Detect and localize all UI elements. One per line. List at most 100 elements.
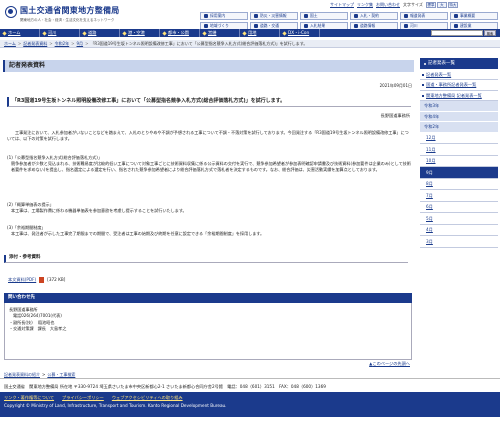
breadcrumb-link[interactable]: 9月	[77, 41, 84, 46]
sitemap-link[interactable]: サイトマップ	[330, 2, 354, 7]
nav-label: 河川	[48, 30, 57, 36]
sidebar-link[interactable]: 関東地方整備局 記者発表一覧	[420, 91, 498, 102]
nav-item-land[interactable]: 用地	[240, 29, 280, 37]
attachment-item: 本文資料(PDF) [372 KB]	[4, 277, 408, 283]
category-label: 防災・災害情報	[260, 12, 287, 18]
sidebar-month[interactable]: 4月	[420, 225, 498, 237]
nav-label: 営繕	[208, 30, 217, 36]
breadcrumb-link[interactable]: ホーム	[4, 41, 16, 46]
attachment-pdf-link[interactable]: 本文資料(PDF)	[8, 277, 36, 283]
sidebar-month[interactable]: 11月	[420, 144, 498, 156]
mlit-logo[interactable]	[5, 6, 17, 18]
nav-item-river[interactable]: 河川	[40, 29, 80, 37]
nav-item-home[interactable]: ホーム	[0, 29, 40, 37]
category-icon	[304, 24, 308, 28]
breadcrumb-link[interactable]: 令和2年	[55, 41, 70, 46]
sidebar-year-current[interactable]: 令和2年	[420, 122, 498, 133]
contact-line: ・交通対策課 課長 大島孝之	[9, 326, 67, 332]
footer-breadcrumb-link[interactable]: 記者発表資料の紹介	[4, 372, 40, 377]
sidebar-month[interactable]: 10月	[420, 156, 498, 168]
category-icon	[404, 24, 408, 28]
nav-label: 道路	[88, 30, 97, 36]
category-icon	[204, 24, 208, 28]
font-size-buttons: 標準 大 特大	[425, 2, 458, 8]
category-icon	[354, 24, 358, 28]
page-title: 記者発表資料	[3, 60, 414, 72]
nav-label: ホーム	[8, 30, 21, 36]
sidebar-month[interactable]: 8月	[420, 179, 498, 191]
category-buttons: 採用案内 防災・災害情報 国土 入札・契約 報道発表 事業概要 地域づくり 道路…	[200, 12, 498, 30]
category-icon	[354, 14, 358, 18]
nav-item-dx[interactable]: DX・i-Con	[280, 29, 320, 37]
category-button[interactable]: 採用案内	[200, 12, 248, 20]
breadcrumb-current: 「R3国道19号生坂トンネル照明設備改修工事」において「公募型指名競争入札方式(…	[90, 40, 308, 46]
contact-link[interactable]: お問い合わせ	[376, 2, 400, 7]
breadcrumb-link[interactable]: 記者発表資料	[23, 41, 47, 46]
contact-heading: 問い合わせ先	[4, 293, 412, 303]
copyright-text: Copyright © Ministry of Land, Infrastruc…	[4, 403, 227, 409]
sidebar-month[interactable]: 7月	[420, 190, 498, 202]
category-icon	[254, 24, 258, 28]
nav-item-city[interactable]: 都市・公園	[160, 29, 200, 37]
sidebar-link[interactable]: 国道・事務所記者発表一覧	[420, 80, 498, 91]
category-button[interactable]: 入札・契約	[350, 12, 398, 20]
sidebar-year[interactable]: 令和3年	[420, 101, 498, 112]
sidebar-month[interactable]: 5月	[420, 213, 498, 225]
section-body: 本工事は、発注者が示した工事完了期限までの期間で、受注者は工事の始期及び終期を任…	[11, 231, 265, 237]
category-icon	[254, 14, 258, 18]
breadcrumb-separator: >	[42, 371, 46, 377]
sidebar-month[interactable]: 6月	[420, 202, 498, 214]
category-icon	[454, 14, 458, 18]
nav-bullet-icon	[202, 30, 207, 36]
category-button[interactable]: 報道発表	[400, 12, 448, 20]
nav-item-building[interactable]: 営繕	[200, 29, 240, 37]
footer-link-privacy[interactable]: プライバシーポリシー	[62, 395, 104, 400]
category-label: 入札結果	[310, 22, 326, 28]
category-button[interactable]: 事業概要	[450, 12, 498, 20]
sidebar-month[interactable]: 3月	[420, 236, 498, 248]
category-label: 国土	[310, 12, 318, 18]
nav-item-port[interactable]: 港・空港	[120, 29, 160, 37]
site-search: 検索	[431, 30, 496, 36]
nav-bullet-icon	[2, 30, 7, 36]
search-button[interactable]: 検索	[484, 30, 496, 36]
page-top-link[interactable]: ▲このページの先頭へ	[369, 361, 410, 366]
font-size-normal-button[interactable]: 標準	[425, 2, 436, 8]
intro-paragraph: 工事発注において、入札参加者がいないことなどを踏まえて、入札のとりやめや不調が予…	[7, 130, 409, 142]
footer-bar: リンク・著作権等について プライバシーポリシー ウェブアクセシビリティへの取り組…	[0, 392, 500, 417]
nav-label: DX・i-Con	[288, 30, 310, 36]
breadcrumb-separator: >	[49, 40, 53, 46]
sidebar-month-active[interactable]: 9月	[420, 167, 498, 179]
pdf-icon	[39, 277, 45, 283]
category-icon	[404, 14, 408, 18]
footer-link-accessibility[interactable]: ウェブアクセシビリティへの取り組み	[112, 395, 183, 400]
nav-bullet-icon	[242, 30, 247, 36]
category-label: 事業概要	[460, 12, 476, 18]
section-2: (2)「概算単価表の提示」 本工事は、工場製作費に係わる機器単価表を参加意欲を考…	[7, 202, 411, 214]
attachments-heading: 添付・参考資料	[4, 255, 408, 263]
breadcrumb: ホーム > 記者発表資料 > 令和2年 > 9月 > 「R3国道19号生坂トンネル照明設…	[0, 40, 500, 48]
category-label: 建設業	[460, 22, 472, 28]
category-button[interactable]: 防災・災害情報	[250, 12, 298, 20]
category-label: 採用案内	[210, 12, 226, 18]
footer-breadcrumb-link[interactable]: 公募・工事検索	[47, 372, 75, 377]
links-link[interactable]: リンク集	[357, 2, 373, 7]
font-size-xlarge-button[interactable]: 特大	[447, 2, 458, 8]
font-size-large-button[interactable]: 大	[436, 2, 447, 8]
breadcrumb-separator: >	[71, 40, 75, 46]
nav-item-road[interactable]: 道路	[80, 29, 120, 37]
sidebar-link[interactable]: 記者発表一覧	[420, 70, 498, 81]
footer-link-copyright[interactable]: リンク・著作権等について	[4, 395, 54, 400]
site-title[interactable]: 国土交通省関東地方整備局	[20, 6, 120, 16]
sidebar-title[interactable]: 記者発表一覧	[420, 58, 498, 69]
contact-body: 長野国道事務所 電話026(264)7001(代表) ・副所長(技) 稲池昭也 …	[4, 303, 412, 360]
search-input[interactable]	[431, 30, 483, 36]
nav-bullet-icon	[82, 30, 87, 36]
category-label: 道路情報	[360, 22, 376, 28]
sidebar-year[interactable]: 令和4年	[420, 111, 498, 123]
page-top-label: このページの先頭へ	[372, 361, 410, 366]
footer-address: 国土交通省 関東地方整備局 所在地 〒330-9724 埼玉県さいたま市中央区新…	[4, 384, 326, 389]
main-content: 記者発表資料 2021年09月01日 「R3国道19号生坂トンネル照明設備改修工…	[3, 60, 414, 236]
sidebar-month[interactable]: 12月	[420, 133, 498, 145]
category-button[interactable]: 国土	[300, 12, 348, 20]
